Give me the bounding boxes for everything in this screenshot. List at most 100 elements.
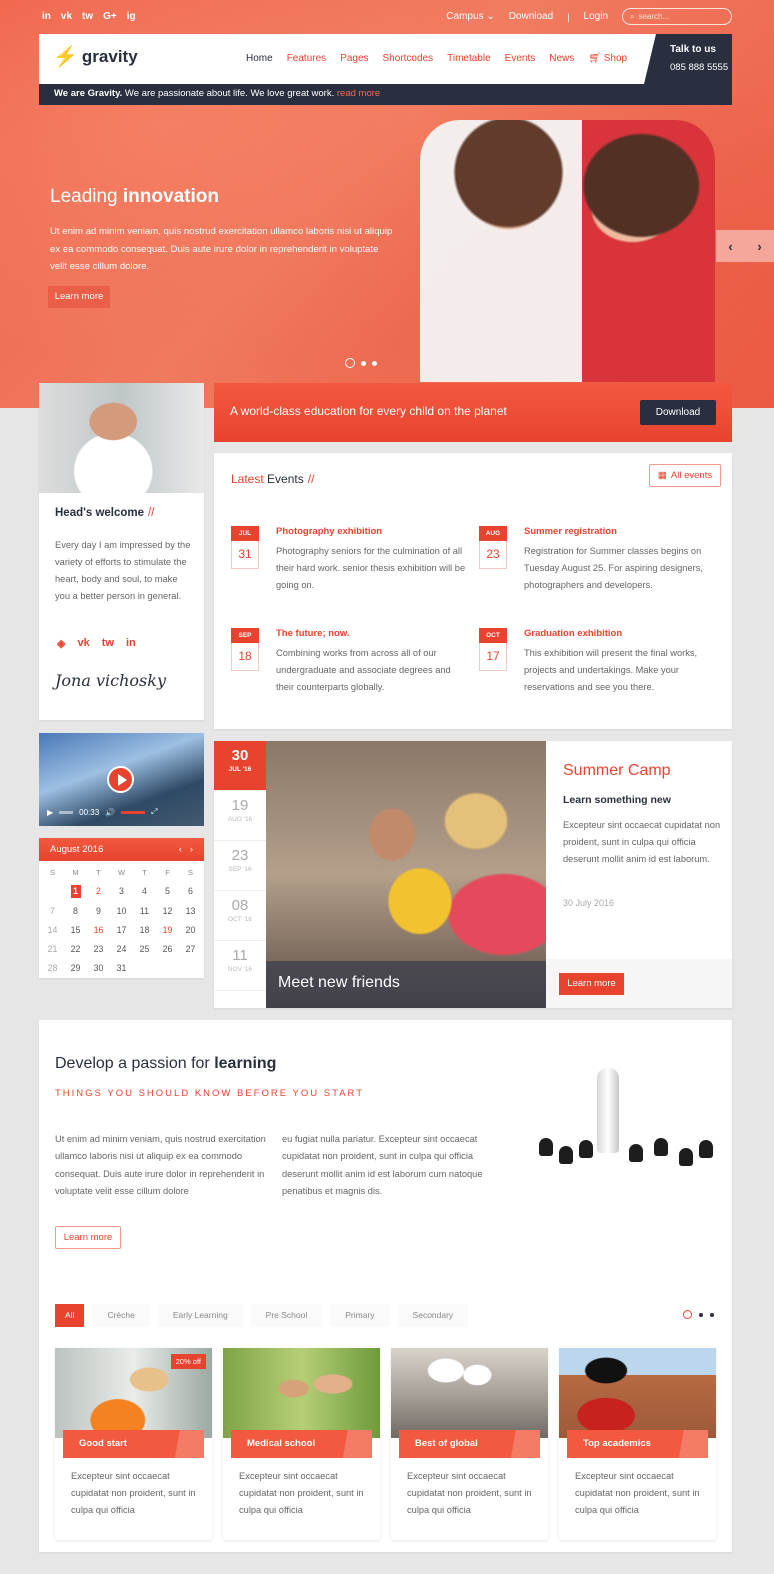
event-title[interactable]: The future; now. <box>276 628 350 639</box>
program-card[interactable]: 20% off Good start Excepteur sint occaec… <box>55 1348 212 1540</box>
calendar-day[interactable]: 2 <box>87 882 110 901</box>
video-player[interactable]: ▶ 00:33 🔊 ⤢ <box>39 733 204 826</box>
filter-tab[interactable]: Early Learning <box>157 1304 243 1327</box>
nav-home[interactable]: Home <box>246 53 273 64</box>
dribbble-icon[interactable]: ◈ <box>57 637 65 650</box>
volume-icon[interactable]: 🔊 <box>105 808 115 817</box>
calendar-day[interactable]: 22 <box>64 940 87 959</box>
contact-phone[interactable]: 085 888 5555 <box>670 62 728 73</box>
chevron-right-icon[interactable]: › <box>757 239 761 254</box>
calendar-day[interactable]: 3 <box>110 882 133 901</box>
filter-tab[interactable]: All <box>55 1304 85 1327</box>
camp-date-tab[interactable]: 19 AUG '16 <box>214 791 266 841</box>
camp-date-tab[interactable]: 23 SEP '16 <box>214 841 266 891</box>
slide-dot-3[interactable] <box>372 360 377 366</box>
campus-dropdown[interactable]: Campus ⌄ <box>446 11 494 22</box>
nav-shortcodes[interactable]: Shortcodes <box>383 53 434 64</box>
progress-bar[interactable] <box>59 810 74 814</box>
logo[interactable]: ⚡ gravity <box>53 47 138 67</box>
program-title[interactable]: Top academics <box>567 1430 708 1458</box>
event-item[interactable]: OCT 17 Graduation exhibition This exhibit… <box>479 628 719 708</box>
passion-learn-more-button[interactable]: Learn more <box>55 1226 121 1249</box>
calendar-day[interactable]: 19 <box>156 921 179 940</box>
slide-dot-1[interactable] <box>345 358 355 368</box>
camp-date-tab[interactable]: 11 NOV '16 <box>214 941 266 991</box>
search-input[interactable]: ⌕ search... <box>622 8 732 25</box>
calendar-day[interactable]: 16 <box>87 921 110 940</box>
filter-tab[interactable]: Crèche <box>92 1304 150 1327</box>
calendar-day[interactable]: 29 <box>64 959 87 978</box>
camp-date-tab[interactable]: 08 OCT '16 <box>214 891 266 941</box>
calendar-day[interactable]: 12 <box>156 902 179 921</box>
calendar-day[interactable]: 11 <box>133 902 156 921</box>
calendar-day[interactable]: 15 <box>64 921 87 940</box>
filter-tab[interactable]: Pre School <box>250 1304 323 1327</box>
all-events-button[interactable]: ▦ All events <box>649 464 721 487</box>
event-title[interactable]: Summer registration <box>524 526 617 537</box>
filter-tab[interactable]: Secondary <box>397 1304 469 1327</box>
camp-date-tab[interactable]: 30 JUL '16 <box>214 741 266 791</box>
chevron-left-icon[interactable]: ‹ <box>728 239 732 254</box>
calendar-day[interactable]: 6 <box>179 882 202 901</box>
page-dot-2[interactable] <box>699 1312 703 1317</box>
program-card[interactable]: Top academics Excepteur sint occaecat cu… <box>559 1348 716 1540</box>
vk-icon[interactable]: vk <box>61 11 72 22</box>
program-title[interactable]: Good start <box>63 1430 204 1458</box>
nav-events[interactable]: Events <box>505 53 536 64</box>
calendar-day[interactable]: 27 <box>179 940 202 959</box>
calendar-day[interactable]: 8 <box>64 902 87 921</box>
calendar-day[interactable]: 4 <box>133 882 156 901</box>
read-more-link[interactable]: read more <box>337 88 380 99</box>
play-button-icon[interactable] <box>107 766 134 793</box>
nav-pages[interactable]: Pages <box>340 53 368 64</box>
hero-learn-more-button[interactable]: Learn more <box>48 286 110 308</box>
camp-learn-more-button[interactable]: Learn more <box>559 973 624 995</box>
calendar-day[interactable]: 26 <box>156 940 179 959</box>
event-item[interactable]: SEP 18 The future; now. Combining works f… <box>231 628 471 708</box>
filter-tab[interactable]: Primary <box>330 1304 390 1327</box>
calendar-day[interactable]: 10 <box>110 902 133 921</box>
linkedin-icon[interactable]: in <box>42 11 51 22</box>
calendar-day[interactable]: 24 <box>110 940 133 959</box>
program-card[interactable]: Medical school Excepteur sint occaecat c… <box>223 1348 380 1540</box>
event-title[interactable]: Photography exhibition <box>276 526 382 537</box>
login-link[interactable]: Login <box>584 11 608 22</box>
page-dot-3[interactable] <box>710 1312 714 1317</box>
page-dot-1[interactable] <box>683 1310 692 1319</box>
calendar-day[interactable]: 25 <box>133 940 156 959</box>
vk-icon[interactable]: vk <box>77 637 89 650</box>
google-plus-icon[interactable]: G+ <box>103 11 117 22</box>
chevron-right-icon[interactable]: › <box>190 844 193 855</box>
calendar-day[interactable]: 23 <box>87 940 110 959</box>
program-card[interactable]: Best of global Excepteur sint occaecat c… <box>391 1348 548 1540</box>
calendar-day[interactable]: 7 <box>41 902 64 921</box>
linkedin-icon[interactable]: in <box>126 637 136 650</box>
nav-features[interactable]: Features <box>287 53 326 64</box>
calendar-day[interactable]: 21 <box>41 940 64 959</box>
cta-download-button[interactable]: Download <box>640 400 716 425</box>
nav-news[interactable]: News <box>549 53 574 64</box>
calendar-day[interactable]: 14 <box>41 921 64 940</box>
slide-dot-2[interactable] <box>361 360 366 366</box>
calendar-day[interactable]: 1 <box>64 882 87 901</box>
calendar-day[interactable]: 18 <box>133 921 156 940</box>
calendar-day[interactable]: 31 <box>110 959 133 978</box>
calendar-day[interactable]: 9 <box>87 902 110 921</box>
event-item[interactable]: JUL 31 Photography exhibition Photography… <box>231 526 471 606</box>
volume-slider[interactable] <box>121 810 146 814</box>
play-icon[interactable]: ▶ <box>47 808 53 817</box>
event-title[interactable]: Graduation exhibition <box>524 628 622 639</box>
instagram-icon[interactable]: ig <box>127 11 136 22</box>
calendar-day[interactable]: 5 <box>156 882 179 901</box>
calendar-day[interactable]: 28 <box>41 959 64 978</box>
twitter-icon[interactable]: tw <box>102 637 114 650</box>
nav-shop[interactable]: 🛒︎ Shop <box>588 53 627 64</box>
program-title[interactable]: Best of global <box>399 1430 540 1458</box>
nav-timetable[interactable]: Timetable <box>447 53 491 64</box>
twitter-icon[interactable]: tw <box>82 11 93 22</box>
calendar-day[interactable]: 17 <box>110 921 133 940</box>
event-item[interactable]: AUG 23 Summer registration Registration f… <box>479 526 719 606</box>
calendar-day[interactable]: 30 <box>87 959 110 978</box>
download-link[interactable]: Download <box>509 11 553 22</box>
calendar-day[interactable]: 20 <box>179 921 202 940</box>
